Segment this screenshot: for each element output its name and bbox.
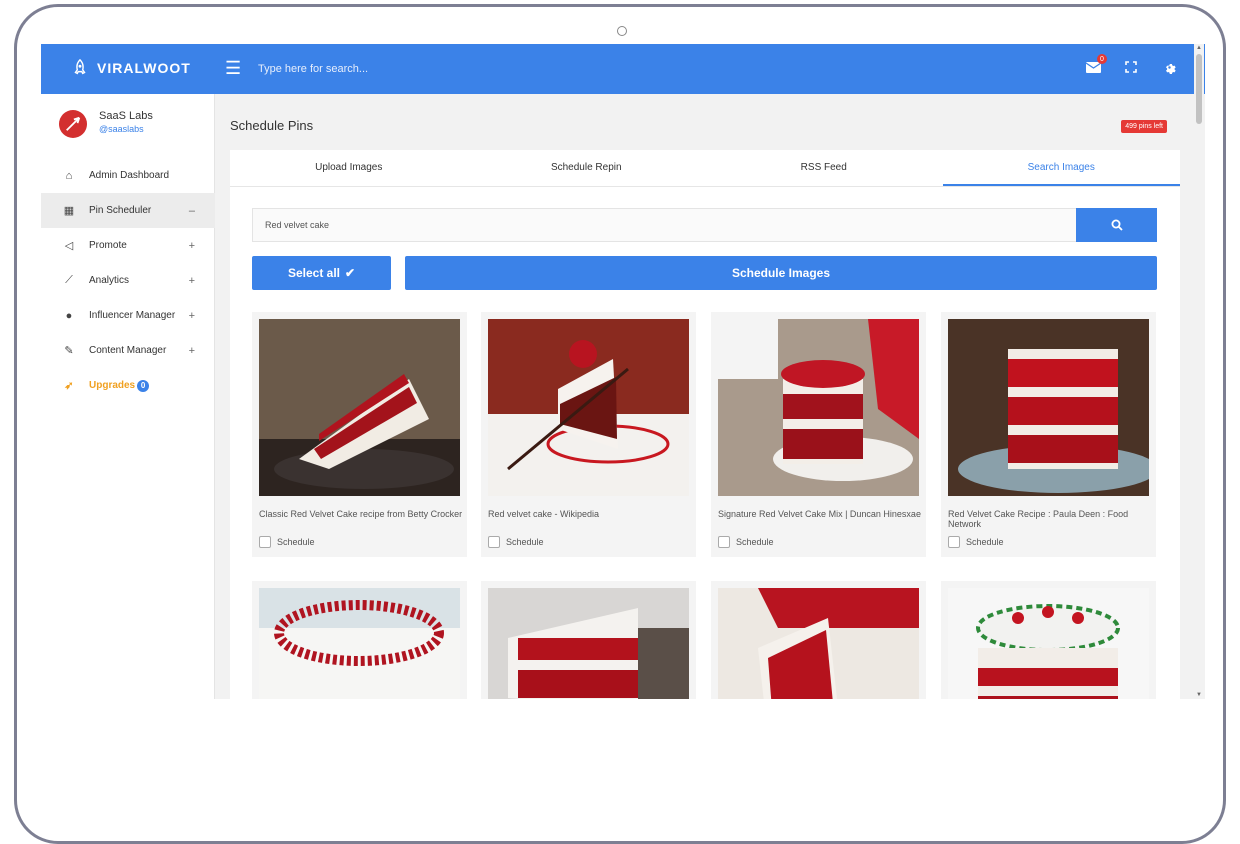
check-icon: ✔ (344, 266, 356, 280)
image-title: Signature Red Velvet Cake Mix | Duncan H… (718, 509, 921, 519)
schedule-label: Schedule (277, 537, 315, 547)
sidebar-item-admin-dashboard[interactable]: ⌂ Admin Dashboard (41, 158, 215, 193)
tab-search-images[interactable]: Search Images (942, 150, 1180, 186)
sidebar-item-upgrades[interactable]: ➶ Upgrades 0 (41, 368, 215, 403)
image-card[interactable]: Red Velvet Cake Recipe : Paula Deen : Fo… (941, 312, 1156, 557)
pins-left-badge: 499 pins left (1121, 120, 1167, 133)
app-screen: VIRALWOOT ☰ 0 SaaS Labs @saaslabs (41, 44, 1205, 699)
image-card[interactable]: Classic Red Velvet Cake recipe from Bett… (252, 312, 467, 557)
select-all-label: Select all (287, 266, 340, 280)
calendar-icon: ▦ (63, 205, 75, 217)
tab-bar: Upload Images Schedule Repin RSS Feed Se… (230, 150, 1180, 187)
notification-badge: 0 (1097, 54, 1107, 64)
sidebar-item-promote[interactable]: ◁ Promote + (41, 228, 215, 263)
cake-image[interactable] (259, 588, 460, 699)
sidebar-item-analytics[interactable]: ⟋ Analytics + (41, 263, 215, 298)
schedule-panel: Upload Images Schedule Repin RSS Feed Se… (230, 150, 1180, 699)
users-icon: ● (65, 309, 73, 322)
sidebar-item-label: Upgrades (89, 380, 136, 391)
image-card[interactable] (711, 581, 926, 699)
sidebar-nav: ⌂ Admin Dashboard ▦ Pin Scheduler – ◁ Pr… (41, 158, 215, 403)
rocket-icon: ➶ (64, 380, 74, 392)
brand-logo[interactable]: VIRALWOOT (71, 59, 191, 77)
image-card[interactable]: Red velvet cake - Wikipedia Schedule (481, 312, 696, 557)
checkbox-box[interactable] (259, 536, 271, 548)
schedule-checkbox[interactable]: Schedule (718, 536, 774, 548)
cake-image[interactable] (948, 319, 1149, 496)
checkbox-box[interactable] (948, 536, 960, 548)
scrollbar-thumb[interactable] (1196, 54, 1202, 124)
scroll-up-icon[interactable]: ▲ (1196, 45, 1202, 51)
top-bar: VIRALWOOT ☰ 0 (41, 44, 1205, 94)
sidebar-item-influencer-manager[interactable]: ● Influencer Manager + (41, 298, 215, 333)
mail-icon[interactable]: 0 (1085, 54, 1107, 75)
collapse-toggle[interactable]: – (189, 205, 195, 217)
cake-image[interactable] (718, 588, 919, 699)
search-icon (1111, 219, 1123, 231)
megaphone-icon: ◁ (64, 240, 74, 252)
image-search-input[interactable] (252, 208, 1078, 242)
image-title: Red Velvet Cake Recipe : Paula Deen : Fo… (948, 509, 1129, 529)
schedule-checkbox[interactable]: Schedule (948, 536, 1004, 548)
select-all-button[interactable]: Select all ✔ (252, 256, 391, 290)
schedule-label: Schedule (736, 537, 774, 547)
brand-name: VIRALWOOT (97, 60, 191, 76)
rocket-logo-icon (74, 59, 86, 75)
expand-toggle[interactable]: + (189, 345, 195, 357)
expand-toggle[interactable]: + (189, 275, 195, 287)
sidebar-item-label: Promote (89, 240, 127, 251)
image-title: Red velvet cake - Wikipedia (488, 509, 600, 519)
profile-handle: @saaslabs (99, 124, 144, 134)
sidebar-item-label: Content Manager (89, 345, 167, 356)
schedule-label: Schedule (966, 537, 1004, 547)
upgrades-badge: 0 (137, 379, 150, 392)
page-scrollbar[interactable]: ▲ ▼ (1194, 44, 1204, 699)
image-title: Classic Red Velvet Cake recipe from Bett… (259, 509, 463, 519)
cake-image[interactable] (259, 319, 460, 496)
cake-image[interactable] (718, 319, 919, 496)
menu-toggle-icon[interactable]: ☰ (225, 58, 241, 79)
checkbox-box[interactable] (488, 536, 500, 548)
image-card[interactable] (481, 581, 696, 699)
sidebar-item-label: Influencer Manager (89, 310, 176, 321)
camera-icon (617, 26, 627, 36)
tab-schedule-repin[interactable]: Schedule Repin (468, 150, 706, 186)
tab-upload-images[interactable]: Upload Images (230, 150, 468, 186)
search-button[interactable] (1076, 208, 1157, 242)
settings-gear-icon[interactable] (1161, 59, 1177, 75)
image-card[interactable] (252, 581, 467, 699)
profile-block[interactable]: SaaS Labs @saaslabs (59, 110, 153, 138)
expand-toggle[interactable]: + (189, 310, 195, 322)
image-card[interactable]: Signature Red Velvet Cake Mix | Duncan H… (711, 312, 926, 557)
page-title: Schedule Pins (230, 118, 314, 133)
checkbox-box[interactable] (718, 536, 730, 548)
sidebar: SaaS Labs @saaslabs ⌂ Admin Dashboard ▦ … (41, 94, 215, 699)
main-content: Schedule Pins 499 pins left Upload Image… (216, 94, 1205, 699)
cake-image[interactable] (488, 319, 689, 496)
sidebar-item-label: Analytics (89, 275, 130, 286)
edit-icon: ✎ (64, 345, 74, 357)
fullscreen-icon[interactable] (1123, 59, 1139, 75)
sidebar-item-content-manager[interactable]: ✎ Content Manager + (41, 333, 215, 368)
avatar (59, 110, 87, 138)
sidebar-item-pin-scheduler[interactable]: ▦ Pin Scheduler – (41, 193, 215, 228)
global-search-input[interactable] (258, 63, 558, 75)
cake-image[interactable] (948, 588, 1149, 699)
tab-rss-feed[interactable]: RSS Feed (705, 150, 943, 186)
schedule-checkbox[interactable]: Schedule (259, 536, 315, 548)
schedule-checkbox[interactable]: Schedule (488, 536, 544, 548)
chart-icon: ⟋ (65, 274, 73, 286)
expand-toggle[interactable]: + (189, 240, 195, 252)
image-card[interactable] (941, 581, 1156, 699)
schedule-label: Schedule (506, 537, 544, 547)
cake-image[interactable] (488, 588, 689, 699)
scroll-down-icon[interactable]: ▼ (1196, 692, 1202, 698)
home-icon: ⌂ (65, 169, 73, 182)
schedule-images-button[interactable]: Schedule Images (405, 256, 1157, 290)
sidebar-item-label: Pin Scheduler (89, 205, 152, 216)
profile-name: SaaS Labs (99, 110, 153, 122)
sidebar-item-label: Admin Dashboard (89, 170, 170, 181)
